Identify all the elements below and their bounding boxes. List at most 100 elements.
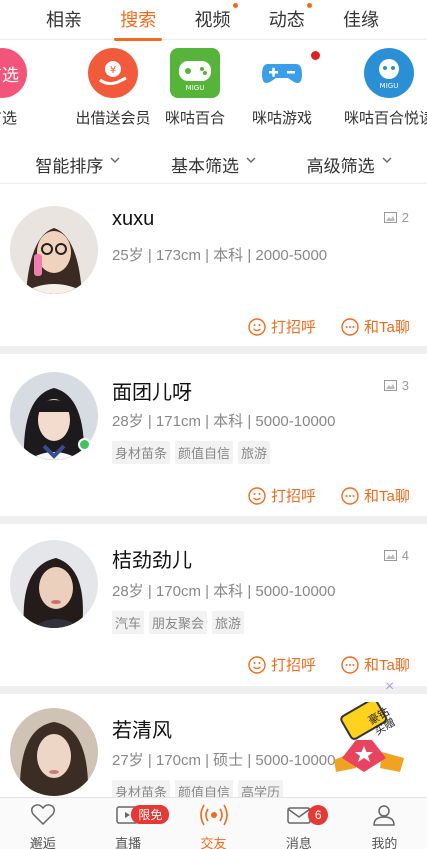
greet-button[interactable]: 打招呼 <box>248 485 316 506</box>
chat-bubble-icon <box>341 486 359 505</box>
app-shortcut-row: 有选 有选 ¥ 出借送会员 MIGU 咪咕百合 咪咕游戏 MIGU 咪咕百合悦读 <box>0 48 427 134</box>
image-icon <box>383 380 397 391</box>
nav-label: 交友 <box>200 836 227 849</box>
tab-label: 搜索 <box>120 10 157 30</box>
profile-card[interactable]: xuxu 25岁 | 173cm | 本科 | 2000-5000 2 打招呼 … <box>0 186 427 346</box>
greet-label: 打招呼 <box>271 319 317 336</box>
photo-count: 3 <box>383 378 409 393</box>
app-label: 咪咕游戏 <box>251 110 312 127</box>
svg-text:¥: ¥ <box>110 65 116 76</box>
chevron-down-icon <box>246 157 256 163</box>
divider <box>0 686 427 694</box>
online-indicator <box>78 438 91 451</box>
profile-name: 若清风 <box>112 720 172 742</box>
tab-jiayuan[interactable]: 佳缘 <box>343 0 379 40</box>
app-migu-read[interactable]: MIGU 咪咕百合悦读 <box>334 48 427 128</box>
tag: 汽车 <box>112 611 145 634</box>
vip-promo-badge[interactable]: 豪钻 买赠 <box>330 698 410 787</box>
chat-button[interactable]: 和Ta聊 <box>341 654 410 675</box>
profile-name: 面团儿呀 <box>112 382 192 404</box>
notification-dot <box>232 3 238 8</box>
tab-label: 佳缘 <box>343 10 379 30</box>
profile-info: 28岁 | 170cm | 本科 | 5000-10000 <box>112 583 336 600</box>
chat-button[interactable]: 和Ta聊 <box>341 316 410 337</box>
filter-bar: 智能排序 基本筛选 高级筛选 <box>0 146 427 184</box>
tab-moments[interactable]: 动态 <box>269 0 312 40</box>
bottom-nav: 邂逅 限免 直播 交友 6 消息 我的 <box>0 797 427 849</box>
avatar[interactable] <box>10 540 98 628</box>
nav-live[interactable]: 限免 直播 <box>85 798 170 849</box>
app-label: 咪咕百合 <box>164 110 225 127</box>
tag: 身材苗条 <box>112 441 171 464</box>
filter-smart-sort[interactable]: 智能排序 <box>35 146 120 183</box>
gamepad-icon <box>257 48 307 98</box>
tag: 高学历 <box>238 780 284 797</box>
app-label: 咪咕百合悦读 <box>343 110 427 127</box>
migu-read-icon: MIGU <box>364 48 414 98</box>
notification-dot <box>306 3 312 8</box>
tag: 旅游 <box>212 611 245 634</box>
greet-label: 打招呼 <box>271 488 317 505</box>
smile-icon <box>248 317 266 336</box>
app-migu-baihe[interactable]: MIGU 咪咕百合 <box>160 48 230 128</box>
app-label: 有选 <box>0 110 17 127</box>
photo-count-value: 4 <box>401 548 409 563</box>
heart-icon <box>30 804 55 826</box>
nav-messages[interactable]: 6 消息 <box>256 798 341 849</box>
chat-button[interactable]: 和Ta聊 <box>341 485 410 506</box>
chat-bubble-icon <box>341 655 359 674</box>
nav-mine[interactable]: 我的 <box>342 798 427 849</box>
chat-bubble-icon <box>341 317 359 336</box>
chat-label: 和Ta聊 <box>364 319 410 336</box>
app-loan-vip[interactable]: ¥ 出借送会员 <box>58 48 168 128</box>
tab-xiangqin[interactable]: 相亲 <box>46 0 82 40</box>
tab-video[interactable]: 视频 <box>194 0 238 40</box>
filter-basic[interactable]: 基本筛选 <box>171 146 256 183</box>
nav-label: 我的 <box>371 836 398 849</box>
tab-label: 相亲 <box>46 10 82 30</box>
tab-label: 视频 <box>194 10 231 30</box>
profile-info: 27岁 | 170cm | 硕士 | 5000-10000 <box>112 752 336 769</box>
youxuan-icon: 有选 <box>0 48 27 98</box>
chat-label: 和Ta聊 <box>364 488 410 505</box>
tag-list: 身材苗条 颜值自信 高学历 <box>112 780 288 797</box>
filter-label: 智能排序 <box>35 157 104 176</box>
profile-info: 28岁 | 171cm | 本科 | 5000-10000 <box>112 413 336 430</box>
profile-info: 25岁 | 173cm | 本科 | 2000-5000 <box>112 247 328 264</box>
profile-card[interactable]: 面团儿呀 28岁 | 171cm | 本科 | 5000-10000 3 身材苗… <box>0 354 427 516</box>
tag: 朋友聚会 <box>149 611 208 634</box>
avatar[interactable] <box>10 206 98 294</box>
tag-list: 汽车 朋友聚会 旅游 <box>112 611 249 634</box>
photo-count: 2 <box>383 210 409 225</box>
tag-list: 身材苗条 颜值自信 旅游 <box>112 441 275 464</box>
avatar[interactable] <box>10 708 98 796</box>
filter-advanced[interactable]: 高级筛选 <box>307 146 392 183</box>
image-icon <box>383 212 397 223</box>
smile-icon <box>248 486 266 505</box>
filter-label: 高级筛选 <box>306 157 375 176</box>
image-icon <box>383 550 397 561</box>
user-icon <box>373 805 396 826</box>
chevron-down-icon <box>110 157 120 163</box>
app-migu-game[interactable]: 咪咕游戏 <box>247 48 320 128</box>
tab-search[interactable]: 搜索 <box>114 0 163 41</box>
greet-button[interactable]: 打招呼 <box>248 316 316 337</box>
nav-encounter[interactable]: 邂逅 <box>0 798 85 849</box>
svg-text:MIGU: MIGU <box>186 84 205 92</box>
smile-icon <box>248 655 266 674</box>
photo-count-value: 3 <box>401 378 409 393</box>
app-youxuan[interactable]: 有选 有选 <box>0 48 32 128</box>
close-icon[interactable]: × <box>385 678 394 696</box>
greet-button[interactable]: 打招呼 <box>248 654 316 675</box>
yen-hand-icon: ¥ <box>88 48 138 98</box>
nav-social[interactable]: 交友 <box>171 798 256 849</box>
nav-label: 邂逅 <box>29 836 56 849</box>
tag: 旅游 <box>238 441 271 464</box>
nav-label: 消息 <box>285 836 312 849</box>
unread-count-badge: 6 <box>308 805 329 825</box>
profile-card[interactable]: 桔劲劲儿 28岁 | 170cm | 本科 | 5000-10000 4 汽车 … <box>0 524 427 686</box>
app-label: 出借送会员 <box>75 110 151 127</box>
divider <box>0 346 427 354</box>
tag: 颜值自信 <box>175 441 234 464</box>
notification-dot <box>311 51 320 60</box>
